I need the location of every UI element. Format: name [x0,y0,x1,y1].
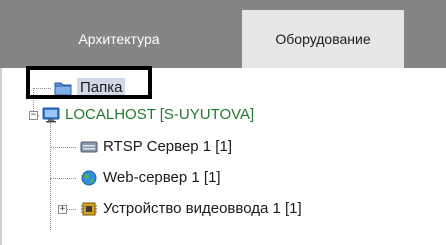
monitor-icon [42,107,60,123]
tab-equipment[interactable]: Оборудование [242,10,404,68]
chip-icon [80,201,98,217]
tree-item-rtsp-server[interactable]: RTSP Сервер 1 [1] [80,137,232,157]
tree-item-web-server-label: Web-сервер 1 [1] [103,169,221,186]
expand-toggle[interactable]: + [58,205,67,214]
tab-equipment-label: Оборудование [275,31,371,47]
tree-item-video-input[interactable]: Устройство видеоввода 1 [1] [80,199,302,219]
tree-item-video-input-label: Устройство видеоввода 1 [1] [103,200,302,217]
tree-line [50,178,76,179]
tab-bar: Архитектура Оборудование [0,0,446,68]
tab-architecture[interactable]: Архитектура [22,10,216,68]
tree-item-host-label: LOCALHOST [S-UYUTOVA] [65,106,255,123]
tree-line [50,147,76,148]
highlight-frame [26,66,152,99]
tree-line [50,123,51,230]
collapse-toggle[interactable]: − [29,111,38,120]
tree-item-host[interactable]: LOCALHOST [S-UYUTOVA] [42,105,254,125]
server-icon [80,139,98,155]
tree-item-rtsp-server-label: RTSP Сервер 1 [1] [103,138,232,155]
tab-architecture-label: Архитектура [78,31,160,47]
globe-icon [80,170,98,186]
tree-item-web-server[interactable]: Web-сервер 1 [1] [80,168,221,188]
